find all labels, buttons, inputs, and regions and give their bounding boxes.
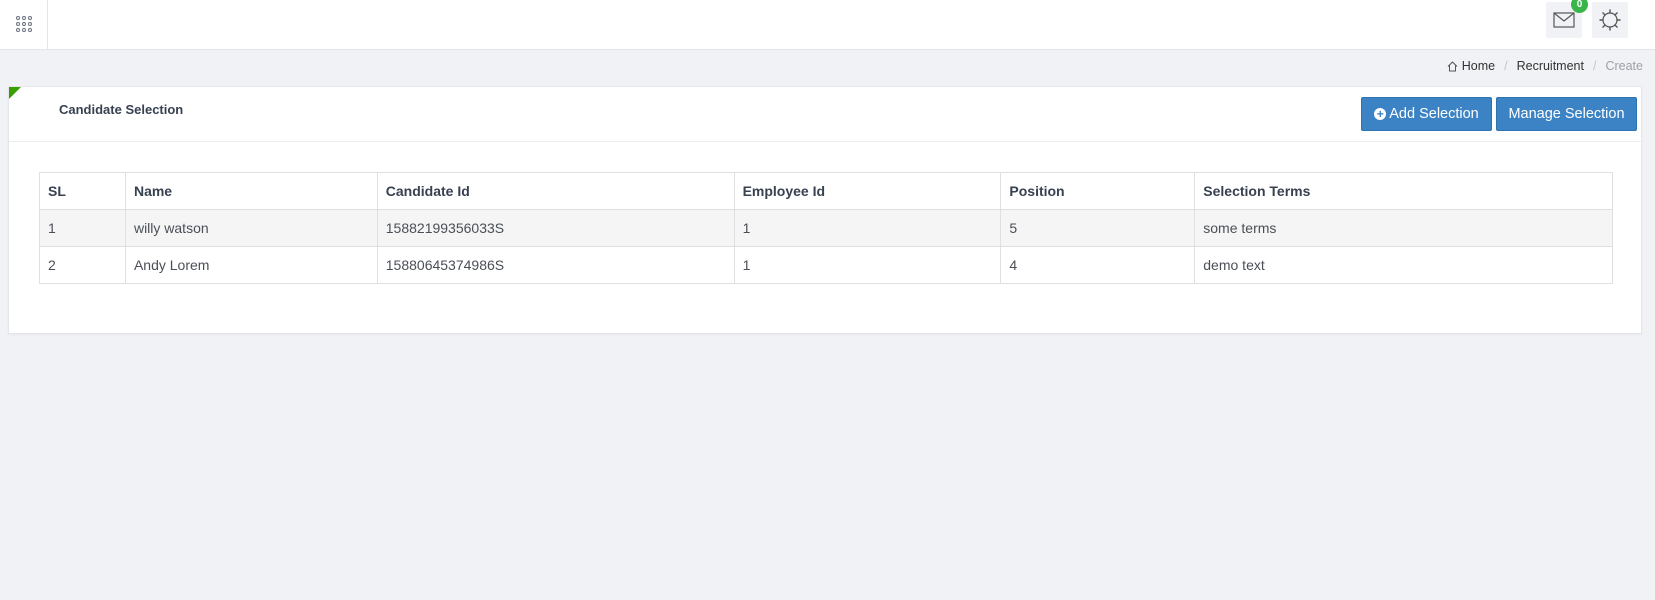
grid-menu-icon — [15, 16, 32, 32]
column-header-employee-id: Employee Id — [733, 172, 1002, 210]
cell-employee-id: 1 — [733, 209, 1002, 247]
candidate-selection-panel: Candidate Selection + Add Selection Mana… — [8, 86, 1642, 334]
gear-icon — [1599, 9, 1621, 31]
column-header-selection-terms: Selection Terms — [1194, 172, 1613, 210]
column-header-candidate-id: Candidate Id — [376, 172, 735, 210]
envelope-icon — [1553, 12, 1575, 28]
cell-sl: 1 — [39, 209, 126, 247]
table-row: 1 willy watson 15882199356033S 1 5 some … — [39, 209, 1613, 247]
panel-title: Candidate Selection — [59, 102, 184, 117]
cell-candidate-id: 15882199356033S — [376, 209, 735, 247]
add-selection-button[interactable]: + Add Selection — [1361, 97, 1492, 131]
breadcrumb-separator: / — [1592, 59, 1597, 73]
breadcrumb-recruitment-link[interactable]: Recruitment — [1517, 59, 1584, 73]
plus-circle-icon: + — [1374, 108, 1387, 120]
table-header-row: SL Name Candidate Id Employee Id Positio… — [39, 172, 1613, 210]
cell-name: willy watson — [124, 209, 378, 247]
menu-toggle-button[interactable] — [0, 0, 48, 50]
breadcrumb: Home / Recruitment / Create — [1447, 59, 1643, 73]
breadcrumb-home-link[interactable]: Home — [1462, 59, 1495, 73]
candidate-selection-table: SL Name Candidate Id Employee Id Positio… — [39, 172, 1613, 284]
settings-button[interactable] — [1592, 2, 1628, 38]
column-header-name: Name — [124, 172, 378, 210]
notification-badge: 0 — [1571, 0, 1588, 13]
cell-candidate-id: 15880645374986S — [376, 246, 735, 284]
breadcrumb-current: Create — [1605, 59, 1643, 73]
panel-header: Candidate Selection + Add Selection Mana… — [9, 87, 1641, 142]
cell-name: Andy Lorem — [124, 246, 378, 284]
breadcrumb-separator: / — [1504, 59, 1508, 73]
cell-selection-terms: some terms — [1194, 209, 1613, 247]
cell-selection-terms: demo text — [1194, 246, 1613, 284]
column-header-sl: SL — [39, 172, 126, 210]
cell-sl: 2 — [39, 246, 126, 284]
manage-selection-button[interactable]: Manage Selection — [1496, 97, 1637, 131]
cell-position: 5 — [1000, 209, 1196, 247]
home-icon — [1447, 60, 1458, 72]
top-navbar: 0 — [0, 0, 1655, 50]
cell-position: 4 — [1000, 246, 1196, 284]
cell-employee-id: 1 — [733, 246, 1002, 284]
table-row: 2 Andy Lorem 15880645374986S 1 4 demo te… — [39, 246, 1613, 284]
add-selection-label: Add Selection — [1389, 106, 1479, 122]
column-header-position: Position — [1000, 172, 1196, 210]
messages-button[interactable]: 0 — [1546, 0, 1588, 38]
